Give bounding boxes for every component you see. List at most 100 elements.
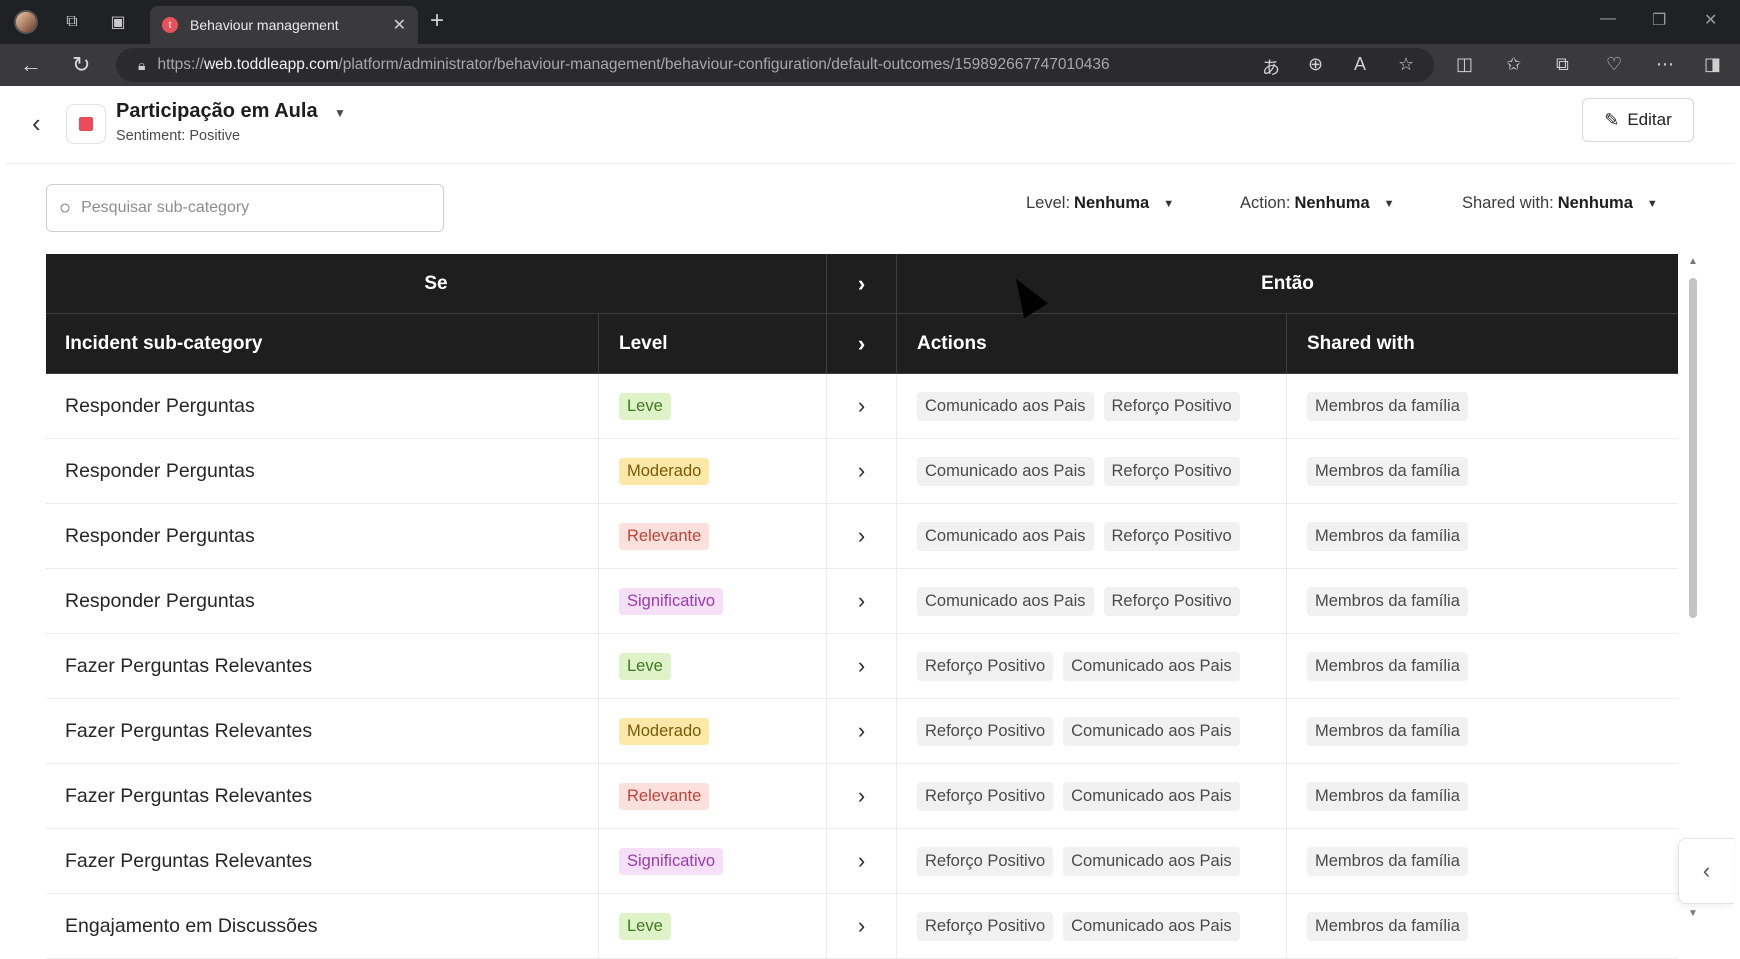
subcategory-cell: Responder Perguntas xyxy=(46,504,599,568)
table-row[interactable]: Fazer Perguntas Relevantes Relevante › Refo… xyxy=(46,764,1678,829)
shared-with-filter[interactable]: Shared with: Nenhuma ▼ xyxy=(1462,194,1658,213)
row-arrow-cell[interactable]: › xyxy=(827,504,897,568)
action-chip: Reforço Positivo xyxy=(917,781,1054,811)
chevron-down-icon: ▼ xyxy=(1646,197,1658,210)
favorites-list-icon[interactable]: ✩ xyxy=(1506,54,1521,75)
translate-icon[interactable]: あ xyxy=(1262,54,1280,80)
shared-cell: Membros da família xyxy=(1287,699,1678,763)
health-icon[interactable]: ♡ xyxy=(1606,54,1622,75)
action-chip: Comunicado aos Pais xyxy=(917,521,1094,551)
row-arrow-cell[interactable]: › xyxy=(827,634,897,698)
search-icon: ○ xyxy=(59,196,72,219)
table-row[interactable]: Fazer Perguntas Relevantes Moderado › Refor… xyxy=(46,699,1678,764)
table-row[interactable]: Fazer Perguntas Relevantes Significativo ›… xyxy=(46,829,1678,894)
action-chip: Comunicado aos Pais xyxy=(1063,846,1240,876)
action-chip: Reforço Positivo xyxy=(1103,521,1240,551)
chevron-right-icon: › xyxy=(857,913,866,938)
category-title[interactable]: Participação em Aula xyxy=(116,100,318,123)
level-filter[interactable]: Level: Nenhuma ▼ xyxy=(1026,194,1174,213)
zoom-icon[interactable]: ⊕ xyxy=(1308,54,1323,75)
lock-icon: 🔒︎ xyxy=(138,56,146,73)
more-icon[interactable]: ⋯ xyxy=(1656,54,1674,75)
row-arrow-cell[interactable]: › xyxy=(827,764,897,828)
tab-actions-icon[interactable]: ▣ xyxy=(100,4,136,40)
table-row[interactable]: Responder Perguntas Leve › Comunicado aos P… xyxy=(46,374,1678,439)
table-group-header: Se › Então xyxy=(46,254,1678,314)
read-aloud-icon[interactable]: A xyxy=(1354,54,1366,75)
address-toolbar: ← ↻ 🔒︎ https://web.toddleapp.com/platfor… xyxy=(0,44,1740,86)
tab-close-icon[interactable]: ✕ xyxy=(393,15,406,35)
subcategory-name: Responder Perguntas xyxy=(65,589,255,612)
search-input[interactable] xyxy=(81,199,402,217)
row-arrow-cell[interactable]: › xyxy=(827,699,897,763)
level-badge: Moderado xyxy=(619,457,710,485)
actions-cell: Reforço Positivo Comunicado aos Pais xyxy=(897,699,1287,763)
window-close-icon[interactable]: ✕ xyxy=(1704,10,1717,30)
row-arrow-cell[interactable]: › xyxy=(827,439,897,503)
scroll-up-icon[interactable]: ▲ xyxy=(1688,256,1698,267)
level-cell: Significativo xyxy=(599,569,827,633)
actions-cell: Comunicado aos Pais Reforço Positivo xyxy=(897,504,1287,568)
shared-cell: Membros da família xyxy=(1287,764,1678,828)
subcategory-name: Responder Perguntas xyxy=(65,524,255,547)
group-arrow: › xyxy=(827,254,897,314)
subcategory-cell: Responder Perguntas xyxy=(46,374,599,438)
level-cell: Relevante xyxy=(599,504,827,568)
url-host: web.toddleapp.com xyxy=(203,56,339,73)
level-cell: Significativo xyxy=(599,829,827,893)
row-arrow-cell[interactable]: › xyxy=(827,374,897,438)
back-arrow-icon[interactable]: ‹ xyxy=(32,108,41,139)
row-arrow-cell[interactable]: › xyxy=(827,894,897,958)
col-subcategory: Incident sub-category xyxy=(46,314,599,374)
table-row[interactable]: Responder Perguntas Significativo › Comunic… xyxy=(46,569,1678,634)
category-dropdown-icon[interactable]: ▼ xyxy=(334,106,346,120)
profile-avatar[interactable] xyxy=(14,10,38,34)
refresh-icon[interactable]: ↻ xyxy=(72,52,90,78)
restore-icon[interactable]: ❐ xyxy=(1652,10,1666,30)
panel-collapse-button[interactable]: ‹ xyxy=(1678,838,1734,904)
new-tab-icon[interactable]: + xyxy=(430,7,444,35)
subcategory-name: Responder Perguntas xyxy=(65,394,255,417)
shared-with-chip: Membros da família xyxy=(1307,846,1468,876)
chevron-down-icon: ▼ xyxy=(1383,197,1395,210)
action-chip: Comunicado aos Pais xyxy=(917,391,1094,421)
subcategory-name: Fazer Perguntas Relevantes xyxy=(65,719,313,742)
shared-cell: Membros da família xyxy=(1287,504,1678,568)
browser-titlebar: ⧉ ▣ t Behaviour management ✕ + — ❐ ✕ xyxy=(0,0,1740,44)
table-row[interactable]: Fazer Perguntas Relevantes Leve › Reforço P… xyxy=(46,634,1678,699)
workspaces-icon[interactable]: ⧉ xyxy=(54,4,90,40)
subcategory-cell: Responder Perguntas xyxy=(46,439,599,503)
chevron-right-icon: › xyxy=(857,588,866,613)
url-scheme: https:// xyxy=(157,56,204,73)
chevron-right-icon: › xyxy=(857,848,866,873)
search-box[interactable]: ○ xyxy=(46,184,444,232)
action-filter[interactable]: Action: Nenhuma ▼ xyxy=(1240,194,1395,213)
table-row[interactable]: Engajamento em Discussões Leve › Reforço Po… xyxy=(46,894,1678,959)
subcategory-cell: Responder Perguntas xyxy=(46,569,599,633)
subcategory-cell: Fazer Perguntas Relevantes xyxy=(46,764,599,828)
scrollbar-thumb[interactable] xyxy=(1689,278,1697,618)
back-icon[interactable]: ← xyxy=(20,52,42,78)
action-chip: Reforço Positivo xyxy=(1103,586,1240,616)
scroll-down-icon[interactable]: ▼ xyxy=(1688,908,1698,919)
edit-button[interactable]: ✎ Editar xyxy=(1582,98,1694,142)
sidebar-toggle-icon[interactable]: ◨ xyxy=(1704,54,1721,75)
chevron-right-icon: › xyxy=(857,270,866,296)
action-chip: Comunicado aos Pais xyxy=(1063,781,1240,811)
table-row[interactable]: Responder Perguntas Relevante › Comunicado … xyxy=(46,504,1678,569)
shared-cell: Membros da família xyxy=(1287,634,1678,698)
split-screen-icon[interactable]: ◫ xyxy=(1456,54,1473,75)
collections-icon[interactable]: ⧉ xyxy=(1556,54,1569,75)
url-bar[interactable]: 🔒︎ https://web.toddleapp.com/platform/ad… xyxy=(116,48,1434,82)
row-arrow-cell[interactable]: › xyxy=(827,829,897,893)
browser-tab[interactable]: t Behaviour management ✕ xyxy=(150,6,418,44)
actions-cell: Reforço Positivo Comunicado aos Pais xyxy=(897,829,1287,893)
row-arrow-cell[interactable]: › xyxy=(827,569,897,633)
table-scrollbar[interactable]: ▲ ▼ xyxy=(1686,256,1700,922)
level-badge: Relevante xyxy=(619,782,710,810)
favorite-star-icon[interactable]: ☆ xyxy=(1398,54,1414,75)
action-filter-value: Nenhuma xyxy=(1294,194,1370,212)
minimize-icon[interactable]: — xyxy=(1600,10,1616,28)
table-row[interactable]: Responder Perguntas Moderado › Comunicado a… xyxy=(46,439,1678,504)
level-badge: Leve xyxy=(619,912,671,940)
